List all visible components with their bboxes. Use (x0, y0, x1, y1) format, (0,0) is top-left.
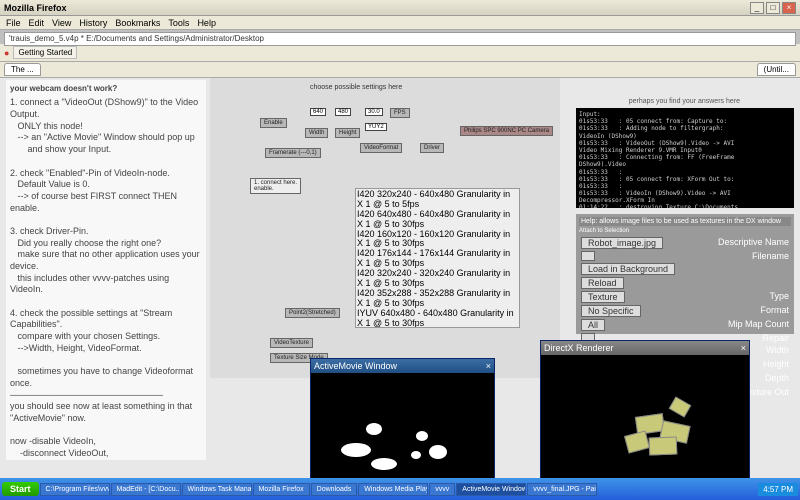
texpanel-title: Help: allows image files to be used as t… (579, 217, 791, 226)
tty-console[interactable]: Input: 01s53:33 : 05 connect from: Captu… (576, 108, 794, 208)
tex-row[interactable]: Filename (579, 250, 791, 262)
window-titlebar: Mozilla Firefox _ □ × (0, 0, 800, 16)
node-videoformat[interactable]: VideoFormat (360, 143, 402, 153)
node-framerate[interactable]: Framerate (---0,1) (265, 148, 321, 158)
start-button[interactable]: Start (2, 482, 39, 496)
node-stretched[interactable]: Point2(Stretched) (285, 308, 340, 318)
texture-inspector: Help: allows image files to be used as t… (576, 214, 794, 334)
taskbar-task[interactable]: ActiveMovie Window (456, 483, 526, 496)
texpanel-desc-hdr: Descriptive Name (718, 237, 789, 249)
tex-row[interactable]: AllMip Map Count (579, 318, 791, 332)
node-enable[interactable]: Enable (260, 118, 287, 128)
tex-row[interactable]: TextureType (579, 290, 791, 304)
tex-row[interactable]: Load in Background (579, 262, 791, 276)
settings-label: choose possible settings here (310, 84, 402, 91)
menu-help[interactable]: Help (197, 18, 216, 28)
cap-row[interactable]: IYUV 640x480 - 640x480 Granularity in X … (357, 309, 518, 328)
taskbar-task[interactable]: Windows Media Player (358, 483, 428, 496)
content-area: your webcam doesn't work? 1. connect a "… (0, 78, 800, 498)
taskbar-task[interactable]: Windows Task Manager (182, 483, 252, 496)
help-title: your webcam doesn't work? (10, 84, 202, 94)
menu-tools[interactable]: Tools (168, 18, 189, 28)
taskbar: Start C:\Program Files\vvv...MadEdit - [… (0, 478, 800, 500)
cap-row[interactable]: I420 176x144 - 176x144 Granularity in X … (357, 249, 518, 269)
activemovie-window[interactable]: ActiveMovie Window × (310, 358, 495, 494)
node-videotexture[interactable]: VideoTexture (270, 338, 313, 348)
menu-bookmarks[interactable]: Bookmarks (115, 18, 160, 28)
iobox-yuy2[interactable]: YUY2 (365, 123, 387, 131)
cap-row[interactable]: I420 640x480 - 640x480 Granularity in X … (357, 210, 518, 230)
tex-row[interactable]: Reload (579, 276, 791, 290)
cap-row[interactable]: I420 352x288 - 352x288 Granularity in X … (357, 289, 518, 309)
cap-row[interactable]: I420 320x240 - 640x480 Granularity in X … (357, 190, 518, 210)
activemovie-title: ActiveMovie Window (314, 361, 397, 371)
address-bar[interactable]: 'trauis_demo_5.v4p * E:/Documents and Se… (4, 32, 796, 46)
maximize-button[interactable]: □ (766, 2, 780, 14)
tab-left[interactable]: The ... (4, 63, 41, 76)
node-connect: 1. connect here. enable. (250, 178, 301, 194)
bookmarks-toolbar: ● Getting Started (0, 44, 800, 62)
taskbar-task[interactable]: C:\Program Files\vvv... (40, 483, 110, 496)
activemovie-body (311, 373, 494, 493)
minimize-button[interactable]: _ (750, 2, 764, 14)
close-icon[interactable]: × (486, 361, 491, 371)
tab-right[interactable]: (Until... (757, 63, 796, 76)
answers-label: perhaps you find your answers here (629, 98, 740, 105)
getting-started-button[interactable]: Getting Started (13, 46, 77, 59)
renderer-window[interactable]: DirectX Renderer × (540, 340, 750, 486)
texpanel-name[interactable]: Robot_image.jpg (581, 237, 663, 249)
close-icon[interactable]: × (741, 343, 746, 353)
taskbar-task[interactable]: vvvv (429, 483, 455, 496)
taskbar-task[interactable]: Downloads (311, 483, 358, 496)
node-width[interactable]: Width (305, 128, 328, 138)
node-driver[interactable]: Driver (420, 143, 444, 153)
menu-history[interactable]: History (79, 18, 107, 28)
capabilities-list[interactable]: I420 320x240 - 640x480 Granularity in X … (355, 188, 520, 328)
renderer-title: DirectX Renderer (544, 343, 614, 353)
menu-file[interactable]: File (6, 18, 21, 28)
iobox-width[interactable]: 640 (310, 108, 326, 116)
taskbar-task[interactable]: MadEdit - [C:\Docu... (111, 483, 181, 496)
taskbar-task[interactable]: Mozilla Firefox (253, 483, 310, 496)
iobox-height[interactable]: 480 (335, 108, 351, 116)
node-camera[interactable]: Philips SPC 900NC PC Camera (460, 126, 553, 136)
taskbar-task[interactable]: vvvv_final.JPG - Paint (527, 483, 597, 496)
tex-row[interactable]: No SpecificFormat (579, 304, 791, 318)
iobox-fps[interactable]: 30.0 (365, 108, 383, 116)
menu-view[interactable]: View (52, 18, 71, 28)
close-button[interactable]: × (782, 2, 796, 14)
node-height[interactable]: Height (335, 128, 360, 138)
menu-edit[interactable]: Edit (29, 18, 45, 28)
cap-row[interactable]: I420 160x120 - 160x120 Granularity in X … (357, 230, 518, 250)
system-tray-clock[interactable]: 4:57 PM (758, 483, 798, 496)
help-pane: your webcam doesn't work? 1. connect a "… (6, 80, 206, 460)
texpanel-attach[interactable]: Attach to Selection (579, 228, 791, 234)
help-body: 1. connect a "VideoOut (DShow9)" to the … (10, 97, 202, 460)
cap-row[interactable]: I420 320x240 - 320x240 Granularity in X … (357, 269, 518, 289)
tab-strip: The ... (Until... (0, 62, 800, 78)
menu-bar: File Edit View History Bookmarks Tools H… (0, 16, 800, 30)
renderer-body (541, 355, 749, 485)
node-fps[interactable]: FPS (390, 108, 410, 118)
window-title: Mozilla Firefox (4, 3, 750, 13)
